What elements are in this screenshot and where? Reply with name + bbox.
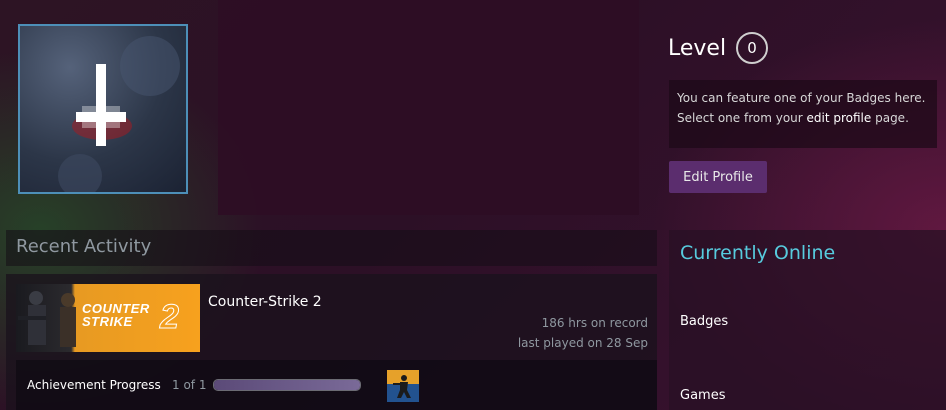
capsule-logo-number: 2 [160,298,180,336]
online-status-panel: Currently Online Badges Games [669,230,946,410]
sidebar-link-badges[interactable]: Badges [680,314,728,329]
capsule-logo-text: COUNTER STRIKE [82,302,150,328]
capsule-figures-icon [18,291,76,347]
game-last-played: last played on 28 Sep [517,336,648,350]
level-display: Level 0 [668,32,769,64]
recent-game-panel: COUNTER STRIKE 2 Counter-Strike 2 186 hr… [6,274,657,410]
recent-activity-header: Recent Activity [6,230,657,266]
edit-profile-link[interactable]: edit profile [807,111,872,125]
achievement-row: Achievement Progress 1 of 1 [16,360,657,410]
profile-showcase-area [218,0,639,215]
edit-profile-button[interactable]: Edit Profile [669,161,767,193]
recent-activity-title: Recent Activity [16,236,152,257]
level-badge: 0 [736,32,769,64]
game-capsule-image[interactable]: COUNTER STRIKE 2 [16,284,200,352]
achievement-label[interactable]: Achievement Progress [27,378,161,392]
achievement-count: 1 of 1 [172,378,207,392]
badge-box-text-end: page. [871,111,909,125]
profile-avatar[interactable] [18,24,188,194]
achievement-progress-fill [214,380,360,390]
sidebar-link-games[interactable]: Games [680,388,725,403]
featured-badge-box: You can feature one of your Badges here.… [669,80,937,148]
cs2-achievement-icon[interactable] [387,370,419,402]
online-status-title: Currently Online [680,242,836,264]
capsule-logo-line2: STRIKE [82,314,133,329]
inverted-cross-icon [58,36,180,192]
game-name-link[interactable]: Counter-Strike 2 [208,294,322,310]
level-label: Level [668,35,727,61]
game-hours: 186 hrs on record [541,316,648,330]
achievement-progress-bar [213,379,361,391]
